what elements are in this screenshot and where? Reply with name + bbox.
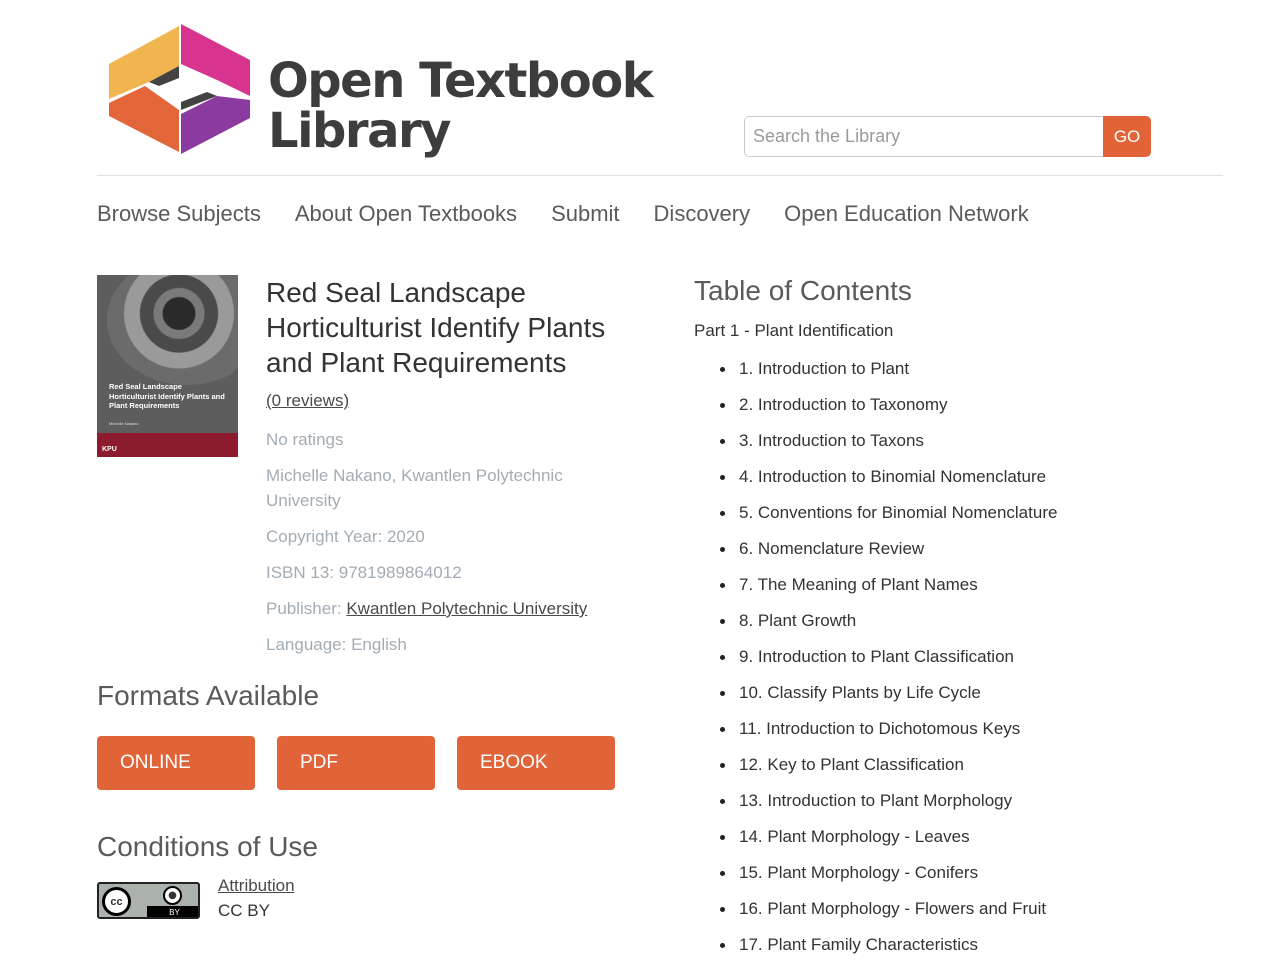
toc-item: 14. Plant Morphology - Leaves [719, 825, 1057, 861]
publisher-link[interactable]: Kwantlen Polytechnic University [346, 599, 587, 618]
attribution-person-icon: ● [163, 886, 182, 905]
toc-item: 9. Introduction to Plant Classification [719, 645, 1057, 681]
otl-logo-icon[interactable] [107, 24, 252, 154]
format-ebook-button[interactable]: EBOOK [457, 736, 615, 790]
toc-item: 7. The Meaning of Plant Names [719, 573, 1057, 609]
cover-flower-photo [107, 275, 238, 385]
cc-icon: cc [102, 887, 131, 916]
cover-title: Red Seal Landscape Horticulturist Identi… [109, 382, 225, 410]
toc-heading: Table of Contents [694, 275, 912, 306]
isbn: ISBN 13: 9781989864012 [266, 563, 462, 582]
book-title: Red Seal Landscape Horticulturist Identi… [266, 277, 606, 378]
nav-browse-subjects[interactable]: Browse Subjects [97, 200, 261, 228]
toc-item: 8. Plant Growth [719, 609, 1057, 645]
search-go-button[interactable]: GO [1103, 116, 1151, 157]
header-divider [97, 175, 1223, 176]
formats-heading: Formats Available [97, 680, 320, 711]
cover-band [97, 433, 238, 457]
publisher-label: Publisher: [266, 599, 347, 618]
copyright-year: Copyright Year: 2020 [266, 527, 425, 546]
by-label: BY [147, 906, 198, 917]
wordmark-line1: Open Textbook [268, 53, 654, 109]
toc-item: 3. Introduction to Taxons [719, 429, 1057, 465]
search-bar: GO [744, 116, 1151, 157]
license-code: CC BY [218, 901, 270, 920]
nav-submit[interactable]: Submit [551, 200, 619, 228]
format-online-button[interactable]: ONLINE [97, 736, 255, 790]
cover-kpu-logo: KPU [102, 446, 117, 453]
toc-item: 10. Classify Plants by Life Cycle [719, 681, 1057, 717]
toc-item: 1. Introduction to Plant [719, 357, 1057, 393]
ratings-text: No ratings [266, 430, 344, 449]
toc-item: 11. Introduction to Dichotomous Keys [719, 717, 1057, 753]
toc-part-title: Part 1 - Plant Identification [694, 321, 894, 340]
license-link[interactable]: Attribution [218, 876, 295, 896]
book-authors: Michelle Nakano, Kwantlen Polytechnic Un… [266, 466, 563, 510]
toc-item: 17. Plant Family Characteristics [719, 933, 1057, 960]
book-cover-image: Red Seal Landscape Horticulturist Identi… [97, 275, 238, 457]
conditions-heading: Conditions of Use [97, 831, 319, 862]
nav-discovery[interactable]: Discovery [654, 200, 751, 228]
toc-item: 12. Key to Plant Classification [719, 753, 1057, 789]
toc-item: 15. Plant Morphology - Conifers [719, 861, 1057, 897]
nav-about-open-textbooks[interactable]: About Open Textbooks [295, 200, 517, 228]
toc-item: 16. Plant Morphology - Flowers and Fruit [719, 897, 1057, 933]
toc-item: 13. Introduction to Plant Morphology [719, 789, 1057, 825]
wordmark-line2: Library [268, 103, 451, 159]
toc-item: 4. Introduction to Binomial Nomenclature [719, 465, 1057, 501]
toc-list: 1. Introduction to Plant 2. Introduction… [719, 357, 1057, 960]
toc-item: 2. Introduction to Taxonomy [719, 393, 1057, 429]
cover-author: Michelle Nakano [109, 421, 139, 426]
publisher-row: Publisher: Kwantlen Polytechnic Universi… [266, 596, 636, 621]
search-input[interactable] [744, 116, 1104, 157]
site-wordmark[interactable]: Open Textbook Library [268, 53, 654, 159]
language: Language: English [266, 635, 407, 654]
reviews-link[interactable]: (0 reviews) [266, 391, 349, 411]
main-nav: Browse Subjects About Open Textbooks Sub… [97, 200, 1063, 228]
nav-open-education-network[interactable]: Open Education Network [784, 200, 1029, 228]
cc-by-license-icon[interactable]: cc ● BY [97, 882, 200, 919]
toc-item: 5. Conventions for Binomial Nomenclature [719, 501, 1057, 537]
toc-item: 6. Nomenclature Review [719, 537, 1057, 573]
format-pdf-button[interactable]: PDF [277, 736, 435, 790]
